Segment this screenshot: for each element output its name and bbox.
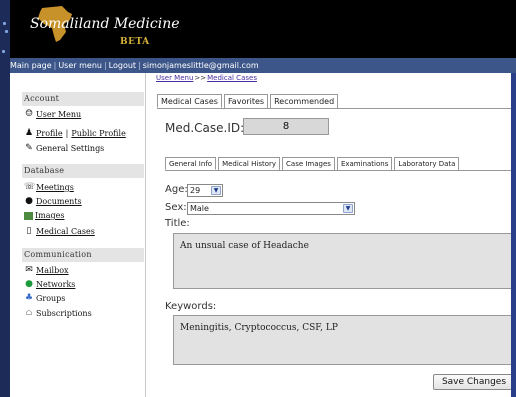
inner-tabs: General Info Medical History Case Images… bbox=[165, 157, 461, 170]
inner-tabs-divider bbox=[165, 170, 516, 171]
site-header: Somaliland Medicine BETA bbox=[10, 0, 516, 58]
subscriptions-icon: ⌂ bbox=[25, 308, 33, 318]
globe-icon: ● bbox=[25, 279, 33, 289]
tab-examinations[interactable]: Examinations bbox=[336, 157, 393, 170]
right-edge-decoration bbox=[511, 73, 516, 397]
sidebar-item-networks[interactable]: ● Networks bbox=[24, 279, 75, 289]
save-changes-button[interactable]: Save Changes bbox=[433, 374, 515, 390]
meetings-icon: ☏ bbox=[24, 182, 36, 192]
site-title: Somaliland Medicine bbox=[30, 16, 180, 32]
sidebar-item-documents[interactable]: ● Documents bbox=[24, 196, 82, 206]
title-textarea[interactable]: An unsual case of Headache bbox=[173, 233, 516, 289]
chevron-down-icon: ▼ bbox=[343, 204, 353, 213]
sidebar-link-public-profile[interactable]: Public Profile bbox=[71, 129, 125, 138]
sidebar-item-subscriptions[interactable]: ⌂ Subscriptions bbox=[24, 308, 92, 318]
title-label: Title: bbox=[165, 218, 190, 229]
breadcrumb-medical-cases[interactable]: Medical Cases bbox=[207, 74, 257, 82]
sidebar-heading-account: Account bbox=[22, 92, 144, 106]
sidebar: Account ☺ User Menu ♟ Profile | Public Profi… bbox=[10, 73, 146, 397]
sidebar-item-profile: ♟ Profile | Public Profile bbox=[24, 128, 126, 138]
chevron-down-icon: ▼ bbox=[211, 186, 221, 195]
sidebar-item-user-menu[interactable]: ☺ User Menu bbox=[24, 109, 81, 119]
sex-select[interactable]: Male ▼ bbox=[187, 202, 355, 215]
top-navbar: Main page | User menu | Logout | simonjameslit… bbox=[10, 58, 516, 73]
images-icon bbox=[24, 211, 33, 220]
breadcrumb: User Menu>>Medical Cases bbox=[156, 74, 257, 82]
tab-favorites[interactable]: Favorites bbox=[223, 94, 269, 108]
sparkle-decoration bbox=[3, 22, 6, 25]
tab-general-info[interactable]: General Info bbox=[165, 157, 217, 170]
tab-case-images[interactable]: Case Images bbox=[282, 157, 335, 170]
age-label: Age: bbox=[165, 184, 188, 195]
sidebar-heading-database: Database bbox=[22, 164, 144, 178]
nav-logout[interactable]: Logout bbox=[109, 61, 136, 70]
tabs-divider bbox=[157, 108, 516, 109]
sparkle-decoration bbox=[5, 30, 8, 33]
sidebar-link-profile[interactable]: Profile bbox=[36, 129, 63, 138]
tab-medical-cases[interactable]: Medical Cases bbox=[157, 94, 222, 108]
user-email: simonjameslittle@gmail.com bbox=[142, 61, 259, 70]
user-icon: ☺ bbox=[24, 109, 34, 119]
tab-laboratory-data[interactable]: Laboratory Data bbox=[394, 157, 460, 170]
profile-icon: ♟ bbox=[24, 128, 34, 138]
keywords-label: Keywords: bbox=[165, 301, 217, 312]
tab-medical-history[interactable]: Medical History bbox=[218, 157, 281, 170]
documents-icon: ● bbox=[25, 196, 33, 206]
nav-user-menu[interactable]: User menu bbox=[58, 61, 102, 70]
age-select[interactable]: 29 ▼ bbox=[187, 184, 223, 197]
sidebar-item-medical-cases[interactable]: ▯ Medical Cases bbox=[24, 226, 95, 236]
sidebar-link-user-menu[interactable]: User Menu bbox=[36, 110, 81, 119]
nav-main-page[interactable]: Main page bbox=[10, 61, 52, 70]
sidebar-heading-communication: Communication bbox=[22, 248, 144, 262]
sidebar-item-images[interactable]: Images bbox=[24, 211, 64, 220]
main-content: Medical Cases Favorites Recommended Med.… bbox=[147, 84, 516, 397]
left-edge-decoration bbox=[0, 0, 10, 397]
wrench-icon: ✎ bbox=[25, 143, 33, 153]
mailbox-icon: ✉ bbox=[25, 265, 33, 275]
sidebar-item-general-settings[interactable]: ✎ General Settings bbox=[24, 143, 104, 153]
sidebar-item-meetings[interactable]: ☏ Meetings bbox=[24, 182, 74, 192]
folder-icon: ▯ bbox=[26, 226, 32, 236]
groups-icon: ♣ bbox=[24, 293, 34, 303]
tab-recommended[interactable]: Recommended bbox=[270, 94, 339, 108]
top-tabs: Medical Cases Favorites Recommended bbox=[157, 94, 340, 108]
sex-label: Sex: bbox=[165, 202, 187, 213]
sidebar-item-groups[interactable]: ♣ Groups bbox=[24, 293, 65, 303]
beta-badge: BETA bbox=[120, 37, 150, 47]
case-id-label: Med.Case.ID: bbox=[165, 121, 245, 135]
sidebar-item-mailbox[interactable]: ✉ Mailbox bbox=[24, 265, 68, 275]
sparkle-decoration bbox=[2, 50, 5, 53]
case-id-field: 8 bbox=[243, 118, 329, 135]
breadcrumb-user-menu[interactable]: User Menu bbox=[156, 74, 193, 82]
keywords-textarea[interactable]: Meningitis, Cryptococcus, CSF, LP bbox=[173, 315, 516, 365]
